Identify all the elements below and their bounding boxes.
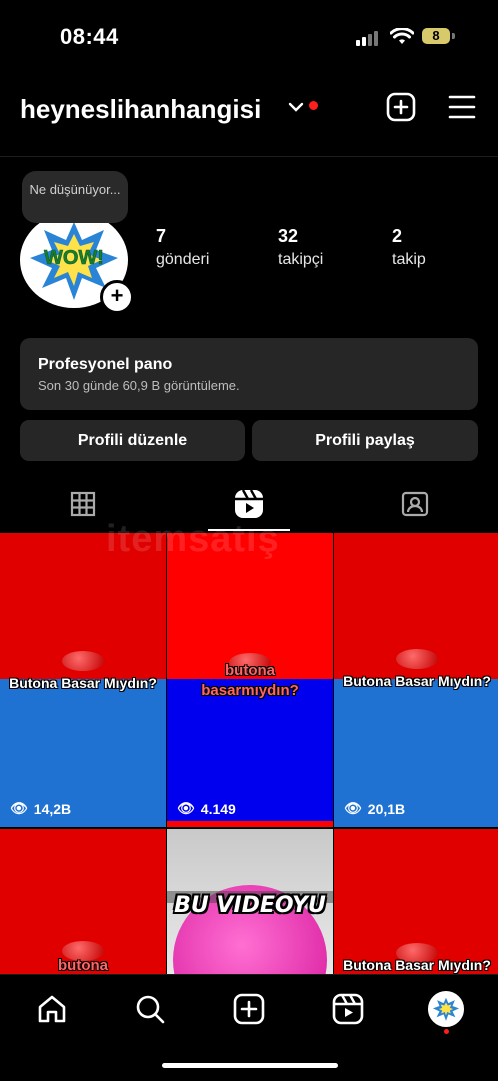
reel-tile[interactable]: butona basarmıydın? 👁 4.149 xyxy=(167,533,333,827)
notification-dot xyxy=(309,101,318,110)
nav-search[interactable] xyxy=(132,991,168,1027)
reel-caption: butona xyxy=(58,957,108,974)
stat-posts-value: 7 xyxy=(156,226,167,246)
reel-tile[interactable]: Butona Basar Mıydın? xyxy=(334,829,498,974)
nav-create[interactable] xyxy=(231,991,267,1027)
reel-tile[interactable]: butona xyxy=(0,829,166,974)
reel-views: 👁 4.149 xyxy=(177,800,236,817)
reel-caption: butona basarmıydın? xyxy=(201,662,299,699)
dashboard-title: Profesyonel pano xyxy=(38,356,173,373)
signal-icon xyxy=(356,31,378,46)
home-indicator xyxy=(162,1063,338,1068)
tab-grid[interactable] xyxy=(0,486,166,522)
tab-reels[interactable] xyxy=(166,486,332,522)
menu-icon[interactable] xyxy=(448,94,476,120)
create-icon xyxy=(233,993,265,1025)
stat-following-label: takip xyxy=(392,251,426,268)
stat-following-value: 2 xyxy=(392,226,403,246)
reels-nav-icon xyxy=(332,993,364,1025)
dashboard-subtitle: Son 30 günde 60,9 B görüntüleme. xyxy=(38,378,240,393)
chevron-down-icon[interactable] xyxy=(288,100,304,114)
reels-icon xyxy=(235,489,263,518)
reel-views: 👁 20,1B xyxy=(344,800,406,817)
stat-followers-label: takipçi xyxy=(278,251,324,268)
profile-notification-dot xyxy=(444,1029,449,1034)
tagged-icon xyxy=(401,491,429,517)
reel-caption: Butona Basar Mıydın? xyxy=(343,673,491,689)
header-divider xyxy=(0,156,498,157)
reel-tile[interactable]: BU VIDEOYU xyxy=(167,829,333,974)
profile-avatar-icon xyxy=(432,997,460,1021)
profile-username[interactable]: heyneslihanhangisi xyxy=(20,94,261,125)
stat-posts-label: gönderi xyxy=(156,251,210,268)
add-post-icon[interactable] xyxy=(386,92,416,122)
tab-tagged[interactable] xyxy=(332,486,498,522)
stat-followers-value: 32 xyxy=(278,226,299,246)
note-bubble[interactable]: Ne düşünüyor... xyxy=(22,171,128,223)
search-icon xyxy=(136,995,165,1024)
wifi-icon xyxy=(390,28,414,44)
status-time: 08:44 xyxy=(60,24,119,49)
add-story-icon[interactable]: + xyxy=(100,280,134,314)
share-profile-button[interactable]: Profili paylaş xyxy=(252,420,478,461)
eye-icon: 👁 xyxy=(177,800,195,816)
nav-home[interactable] xyxy=(34,991,70,1027)
battery-indicator: 8 xyxy=(422,28,455,44)
profile-avatar[interactable] xyxy=(428,991,464,1027)
reel-caption: Butona Basar Mıydın? xyxy=(9,675,157,691)
reel-caption: BU VIDEOYU xyxy=(174,893,326,918)
reel-tile[interactable]: Butona Basar Mıydın? 👁 20,1B xyxy=(334,533,498,827)
reel-caption: Butona Basar Mıydın? xyxy=(343,957,491,973)
edit-profile-button[interactable]: Profili düzenle xyxy=(20,420,245,461)
reel-tile[interactable]: Butona Basar Mıydın? 👁 14,2B xyxy=(0,533,166,827)
watermark: itemsatış xyxy=(106,518,280,560)
stat-posts[interactable]: 7 gönderi xyxy=(156,226,209,269)
reel-views: 👁 14,2B xyxy=(10,800,72,817)
grid-icon xyxy=(70,491,96,517)
professional-dashboard[interactable]: Profesyonel pano Son 30 günde 60,9 B gör… xyxy=(20,338,478,410)
avatar-logo-text: WOW! xyxy=(44,247,104,269)
eye-icon: 👁 xyxy=(10,800,28,816)
nav-reels[interactable] xyxy=(330,991,366,1027)
stat-following[interactable]: 2 takip xyxy=(392,226,426,269)
home-icon xyxy=(38,995,66,1023)
eye-icon: 👁 xyxy=(344,800,362,816)
stat-followers[interactable]: 32 takipçi xyxy=(278,226,323,269)
